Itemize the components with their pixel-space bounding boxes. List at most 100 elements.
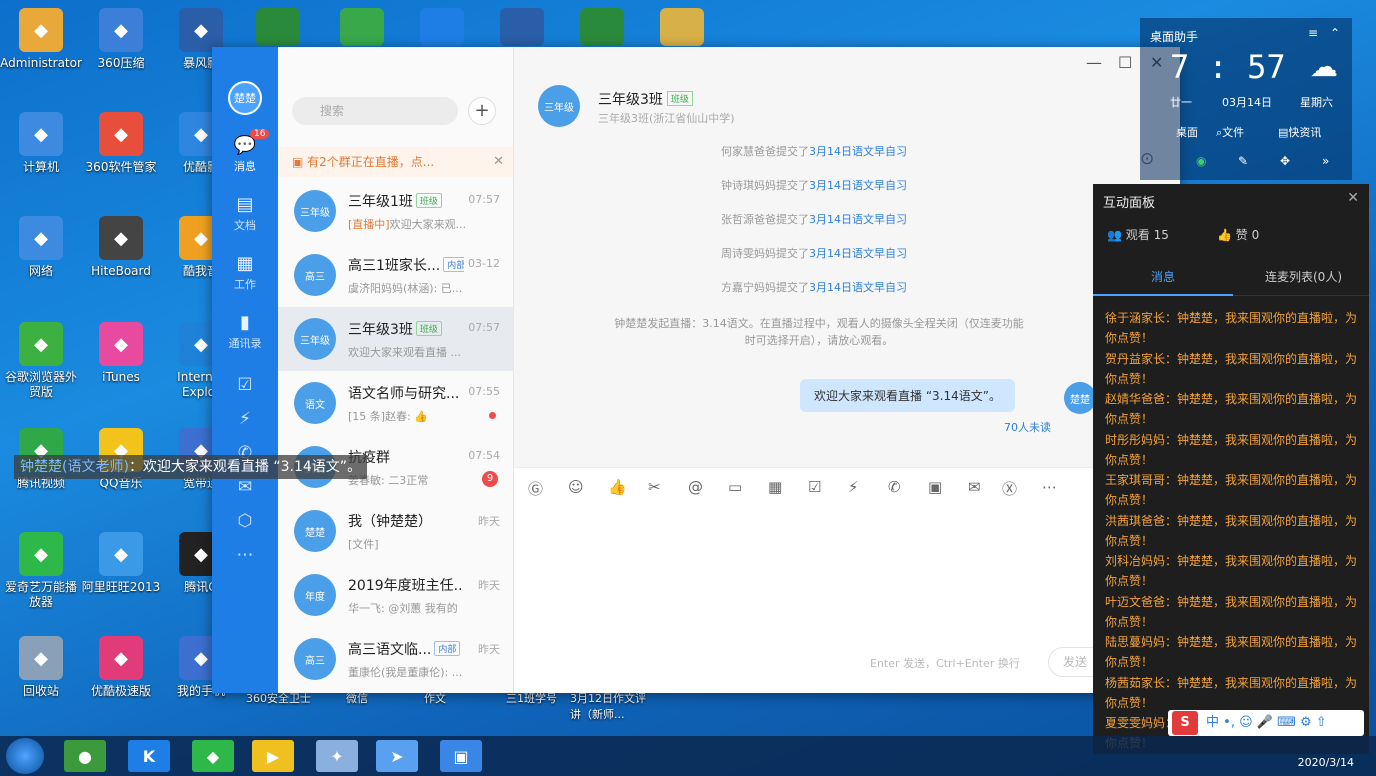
assignment-link[interactable]: 3月14日语文早自习 <box>809 179 907 192</box>
youku-fast-icon: ◆ <box>99 636 143 680</box>
folder-icon[interactable] <box>660 8 704 46</box>
group-avatar[interactable]: 三年级 <box>538 85 580 127</box>
phone-icon[interactable]: ✆ <box>888 478 901 496</box>
desktop-icon[interactable]: ◆ iTunes <box>80 322 162 385</box>
conversation-item[interactable]: 高三 高三语文临... 内部 昨天 董康伦(我是董康伦): ... <box>278 627 513 691</box>
excel-icon[interactable] <box>256 8 300 46</box>
eye-icon[interactable]: ◉ <box>1196 154 1206 168</box>
taskbar-live-icon[interactable]: ▣ <box>440 740 482 772</box>
maximize-button[interactable]: ☐ <box>1118 53 1132 72</box>
like-count: 👍 赞 0 <box>1217 228 1260 242</box>
rail-item-contacts[interactable]: ▮ 通讯录 <box>212 302 278 361</box>
desktop-icon[interactable]: ◆ 360软件管家 <box>80 112 162 175</box>
mail-icon[interactable]: ✉ <box>968 478 981 496</box>
chrome-icon: ◆ <box>19 322 63 366</box>
rail-item-documents[interactable]: ▤ 文档 <box>212 184 278 243</box>
school-icon[interactable]: Ⓧ <box>1002 478 1017 499</box>
close-icon[interactable]: ✕ <box>1347 190 1359 206</box>
user-avatar[interactable]: 楚楚 <box>228 81 262 115</box>
desktop-icon[interactable]: ◆ 回收站 <box>0 636 82 699</box>
desktop-icon-label: iTunes <box>102 370 140 384</box>
search-input[interactable]: 搜索 <box>292 97 458 125</box>
message-bubble[interactable]: 欢迎大家来观看直播 “3.14语文”。 <box>800 379 1015 412</box>
desktop-icon[interactable]: ◆ 计算机 <box>0 112 82 175</box>
desktop-icon[interactable]: ◆ Administrator <box>0 8 82 71</box>
desktop-icon-label: 阿里旺旺2013 <box>81 580 161 594</box>
helper-link-desktop[interactable]: 桌面 <box>1176 124 1198 140</box>
desktop-icon[interactable]: ◆ 阿里旺旺2013 <box>80 532 162 595</box>
live-icon[interactable]: ▣ <box>928 478 942 496</box>
rail-item-label: 文档 <box>234 219 256 232</box>
ie-refresh-icon[interactable] <box>340 8 384 46</box>
rail-item-messages[interactable]: 💬 16 消息 <box>212 125 278 184</box>
helper-clock: 7 : 57 <box>1170 48 1286 86</box>
assignment-link[interactable]: 3月14日语文早自习 <box>809 213 907 226</box>
assignment-link[interactable]: 3月14日语文早自习 <box>809 247 907 260</box>
excel-doc-icon[interactable] <box>580 8 624 46</box>
system-message: 周诗雯妈妈提交了3月14日语文早自习 <box>721 247 907 260</box>
rail-item-work[interactable]: ▦ 工作 <box>212 243 278 302</box>
conversation-item[interactable]: 高三 高三1班家长... 内部 03-12 虞济阳妈妈(林涵): 已... <box>278 243 513 307</box>
mail-icon[interactable]: ✉ <box>212 477 278 497</box>
calendar-icon[interactable]: ▦ <box>768 478 782 496</box>
desktop-icon[interactable]: ◆ 爱奇艺万能播放器 <box>0 532 82 610</box>
desktop-icon[interactable]: ◆ HiteBoard <box>80 216 162 279</box>
minimize-button[interactable]: — <box>1086 53 1102 72</box>
k-app-icon[interactable] <box>420 8 464 46</box>
checkbox-icon[interactable]: ☑ <box>808 478 821 496</box>
add-button[interactable]: + <box>468 97 496 125</box>
checklist-icon[interactable]: ☑ <box>212 375 278 395</box>
lightning-icon[interactable]: ⚡ <box>848 478 859 496</box>
close-icon[interactable]: ✕ <box>493 147 504 177</box>
lightning-icon[interactable]: ⚡ <box>212 409 278 429</box>
scissors-icon[interactable]: ✂ <box>648 478 661 496</box>
taskbar-bird-icon[interactable]: ✦ <box>316 740 358 772</box>
ime-mode[interactable]: 中 <box>1206 715 1219 730</box>
taskbar-iqiyi-icon[interactable]: ◆ <box>192 740 234 772</box>
self-avatar[interactable]: 楚楚 <box>1064 382 1096 414</box>
gif-icon[interactable]: Ⓖ <box>528 478 543 499</box>
desktop-icon[interactable]: ◆ 谷歌浏览器外贸版 <box>0 322 82 400</box>
helper-link-files[interactable]: ⌕文件 <box>1216 124 1244 140</box>
desktop-icon-label: Administrator <box>0 56 82 70</box>
chevron-right-icon[interactable]: » <box>1322 154 1329 168</box>
more-icon[interactable]: ⋯ <box>212 545 278 565</box>
conversation-item[interactable]: 三年级 三年级3班 班级 07:57 欢迎大家来观看直播 ... <box>278 307 513 371</box>
folder-icon[interactable]: ▭ <box>728 478 742 496</box>
desktop-icon-label[interactable]: 3月12日作文评讲（新师... <box>570 690 650 722</box>
helper-link-news[interactable]: ▤快资讯 <box>1278 124 1321 140</box>
taskbar-dingtalk-icon[interactable]: ➤ <box>376 740 418 772</box>
desktop-icon[interactable]: ◆ 网络 <box>0 216 82 279</box>
menu-icon[interactable]: ≡ <box>1308 26 1318 40</box>
ime-bar[interactable]: S 中 •, ☺ 🎤 ⌨ ⚙ ⇧ <box>1168 710 1364 736</box>
more-icon[interactable]: ⋯ <box>1042 478 1057 496</box>
live-caption: 钟楚楚(语文老师)：欢迎大家来观看直播 “3.14语文”。 <box>14 455 368 479</box>
desktop-icon[interactable]: ◆ 优酷极速版 <box>80 636 162 699</box>
chevron-up-icon[interactable]: ⌃ <box>1330 26 1340 40</box>
live-banner[interactable]: ▣ 有2个群正在直播，点... ✕ <box>278 147 513 177</box>
conversation-tag: 内部 <box>443 257 464 272</box>
conversation-item[interactable]: 年度 2019年度班主任... 昨天 华一飞: @刘蕙 我有的 <box>278 563 513 627</box>
at-icon[interactable]: @ <box>688 478 703 496</box>
panel-title: 互动面板 <box>1103 196 1156 211</box>
desktop-icon[interactable]: ◆ 360压缩 <box>80 8 162 71</box>
assignment-link[interactable]: 3月14日语文早自习 <box>809 281 907 294</box>
edit-icon[interactable]: ✎ <box>1238 154 1248 168</box>
unread-count[interactable]: 70人未读 <box>1004 419 1051 435</box>
start-button[interactable] <box>6 738 44 774</box>
taskbar-k-icon[interactable]: K <box>128 740 170 772</box>
thumbs-up-icon[interactable]: 👍 <box>608 478 627 496</box>
message-input[interactable]: Enter 发送，Ctrl+Enter 换行 发送 <box>514 507 1118 693</box>
tab-messages[interactable]: 消息 <box>1151 268 1175 285</box>
apps-icon[interactable]: ⬡ <box>212 511 278 531</box>
emoji-icon[interactable]: ☺ <box>568 478 584 496</box>
conversation-item[interactable]: 语文 语文名师与研究... 07:55 [15 条]赵春: 👍 <box>278 371 513 435</box>
tab-mic-list[interactable]: 连麦列表(0人) <box>1265 268 1342 285</box>
conversation-item[interactable]: 三年级 三年级1班 班级 07:57 [直播中]欢迎大家来观... <box>278 179 513 243</box>
move-icon[interactable]: ✥ <box>1280 154 1290 168</box>
taskbar-360-icon[interactable]: ● <box>64 740 106 772</box>
conversation-item[interactable]: 楚楚 我（钟楚楚） 昨天 [文件] <box>278 499 513 563</box>
assignment-link[interactable]: 3月14日语文早自习 <box>809 145 907 158</box>
taskbar-video-icon[interactable]: ▶ <box>252 740 294 772</box>
word-icon[interactable] <box>500 8 544 46</box>
